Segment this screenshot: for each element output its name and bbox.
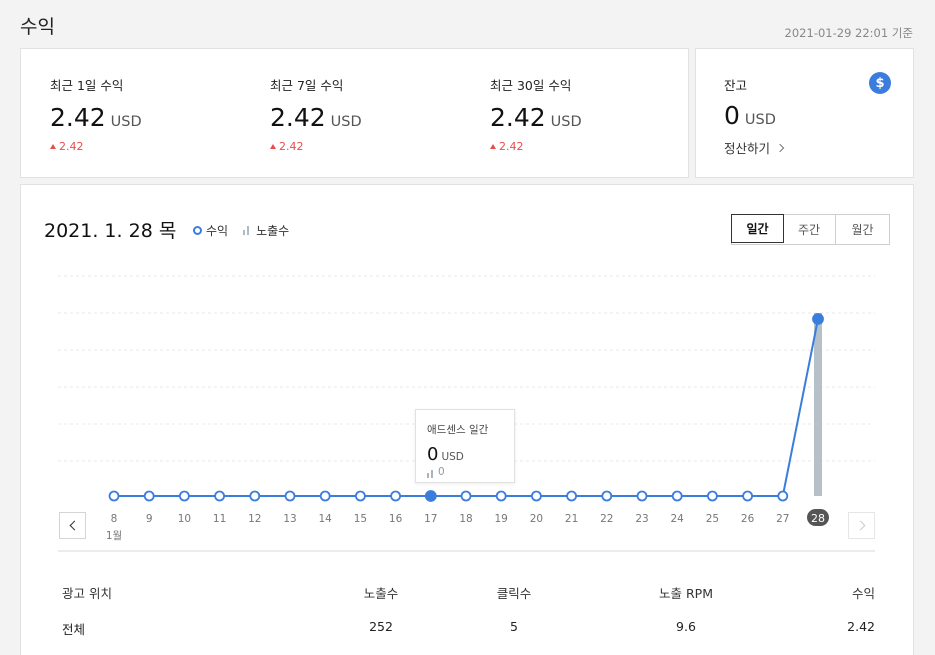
tooltip-value: 0 [427, 444, 439, 465]
revenue-point [249, 490, 261, 502]
prev-period-button[interactable] [59, 512, 86, 539]
placement-table: 광고 위치 노출수 클릭수 노출 RPM 수익 전체 252 5 9.6 2.4… [59, 583, 875, 655]
balance-value: 0 [724, 101, 740, 130]
up-triangle-icon [490, 144, 496, 149]
x-tick-label: 27 [776, 513, 789, 525]
table-header: 광고 위치 노출수 클릭수 노출 RPM 수익 [59, 583, 875, 619]
x-tick-label: 23 [635, 513, 648, 525]
revenue-point [178, 490, 190, 502]
revenue-point [108, 490, 120, 502]
stat-delta: 2.42 [59, 140, 84, 153]
revenue-point [531, 490, 542, 502]
stat-7day: 최근 7일 수익 2.42 USD 2.42 [270, 75, 362, 153]
stat-1day: 최근 1일 수익 2.42 USD 2.42 [50, 75, 142, 153]
stat-unit: USD [550, 114, 582, 130]
data-timestamp: 2021-01-29 22:01 기준 [784, 26, 913, 40]
earnings-summary-card: 최근 1일 수익 2.42 USD 2.42 최근 7일 수익 2.42 USD 2… [20, 48, 689, 178]
x-tick-label: 8 [111, 513, 118, 525]
revenue-point [707, 490, 718, 502]
chevron-right-icon [855, 520, 865, 531]
stat-label: 최근 30일 수익 [490, 78, 572, 93]
tab-daily[interactable]: 일간 [731, 214, 784, 243]
up-triangle-icon [50, 144, 56, 149]
revenue-point [424, 490, 437, 502]
stat-value: 2.42 [270, 103, 326, 132]
dollar-icon: $ [869, 72, 891, 94]
x-tick-label: 25 [706, 513, 719, 525]
stat-delta: 2.42 [279, 140, 304, 153]
settle-link[interactable]: 정산하기 [724, 138, 785, 157]
stat-label: 최근 1일 수익 [50, 78, 124, 93]
x-tick-label: 10 [178, 513, 191, 525]
revenue-point [460, 490, 472, 502]
stat-label: 최근 7일 수익 [270, 78, 344, 93]
chart-card: 2021. 1. 28 목 수익 노출수 일간 주간 월간 8 9 10 11 12 13… [20, 184, 914, 655]
table-cell: 9.6 [676, 619, 696, 634]
tooltip-impressions: 0 [438, 466, 445, 478]
revenue-point [143, 490, 155, 502]
x-tick-label: 9 [146, 513, 153, 525]
x-tick-label: 11 [213, 513, 226, 525]
table-cell: 5 [510, 619, 518, 634]
up-triangle-icon [270, 144, 276, 149]
table-cell: 252 [369, 619, 393, 634]
tooltip-unit: USD [441, 451, 464, 463]
revenue-point [319, 490, 331, 502]
x-tick-label: 21 [565, 513, 578, 525]
col-header: 노출 RPM [659, 586, 713, 601]
impression-bar [814, 313, 822, 496]
revenue-point [636, 490, 648, 502]
settle-label: 정산하기 [724, 141, 771, 156]
table-row: 전체 252 5 9.6 2.42 [59, 619, 875, 655]
table-cell: 전체 [62, 622, 86, 637]
revenue-point [566, 490, 577, 502]
revenue-point [284, 490, 296, 502]
x-tick-label: 24 [671, 513, 685, 525]
next-period-button[interactable] [848, 512, 875, 539]
x-tick-label: 13 [283, 513, 296, 525]
balance-unit: USD [744, 112, 776, 128]
x-tick-label: 16 [389, 513, 403, 525]
revenue-point [354, 490, 366, 502]
stat-30day: 최근 30일 수익 2.42 USD 2.42 [490, 75, 582, 153]
x-tick-label: 28 [811, 512, 825, 525]
table-cell: 2.42 [847, 619, 875, 634]
stat-value: 2.42 [50, 103, 106, 132]
bar-chart-icon [427, 470, 435, 478]
x-month-label: 1월 [106, 530, 122, 542]
x-tick-label: 26 [741, 513, 755, 525]
x-tick-label: 19 [495, 513, 508, 525]
balance-card: 잔고 $ 0 USD 정산하기 [695, 48, 914, 178]
col-header: 노출수 [363, 586, 399, 601]
revenue-chart: 8 9 10 11 12 13 14 15 16 17 18 19 20 21 22 23 24 25 26 27 28… [58, 275, 875, 552]
revenue-point [601, 490, 613, 502]
x-tick-label: 22 [600, 513, 613, 525]
x-tick-label: 15 [354, 513, 367, 525]
revenue-point [390, 490, 402, 502]
revenue-point [777, 490, 789, 502]
revenue-point [742, 490, 753, 502]
balance-label: 잔고 [724, 78, 748, 93]
stat-delta: 2.42 [499, 140, 524, 153]
x-tick-label: 14 [319, 513, 333, 525]
x-tick-label: 17 [424, 513, 437, 525]
tooltip-title: 애드센스 일간 [427, 424, 489, 436]
col-header: 광고 위치 [62, 586, 112, 601]
x-tick-label: 18 [459, 513, 472, 525]
stat-unit: USD [330, 114, 362, 130]
col-header: 수익 [851, 586, 875, 601]
revenue-point [214, 490, 226, 502]
stat-unit: USD [110, 114, 142, 130]
chart-tooltip: 애드센스 일간 0 USD 0 [415, 409, 515, 483]
revenue-point [671, 490, 683, 502]
chevron-left-icon [69, 520, 79, 531]
x-tick-label: 12 [248, 513, 261, 525]
col-header: 클릭수 [496, 586, 532, 601]
revenue-point [812, 313, 824, 325]
revenue-point [495, 490, 507, 502]
x-tick-label: 20 [530, 513, 543, 525]
page-title: 수익 [20, 16, 55, 38]
stat-value: 2.42 [490, 103, 546, 132]
chevron-right-icon [775, 143, 785, 152]
